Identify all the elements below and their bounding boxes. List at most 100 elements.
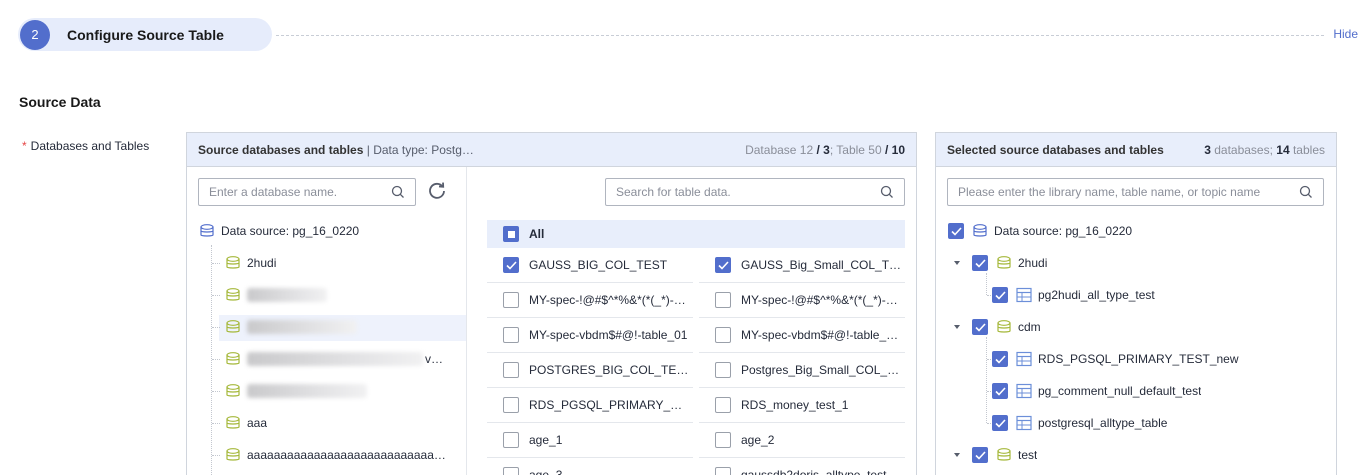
database-item[interactable]: v… [225, 343, 455, 375]
search-icon[interactable] [880, 185, 894, 199]
database-item[interactable]: aaa [225, 407, 455, 439]
selected-db-node[interactable]: cdm [952, 311, 1041, 343]
table-search-input[interactable] [616, 185, 880, 199]
field-label: * Databases and Tables [22, 139, 149, 153]
tree-guide-line [211, 245, 212, 475]
source-panel-title: Source databases and tables [198, 142, 364, 157]
table-checkbox[interactable] [992, 383, 1008, 399]
selected-table-count: 14 [1276, 142, 1290, 157]
table-checkbox[interactable] [992, 287, 1008, 303]
database-search-input[interactable] [209, 185, 391, 199]
selected-search[interactable] [947, 178, 1324, 206]
table-checkbox[interactable] [992, 351, 1008, 367]
table-checkbox[interactable] [715, 467, 731, 475]
table-item[interactable]: Postgres_Big_Small_COL_… [699, 353, 905, 388]
db-label: test [1018, 448, 1038, 462]
field-label-text: Databases and Tables [30, 139, 150, 153]
table-label: Postgres_Big_Small_COL_… [741, 363, 900, 377]
redacted-label [247, 384, 367, 398]
table-item[interactable]: RDS_PGSQL_PRIMARY_… [487, 388, 693, 423]
selected-table-node[interactable]: postgresql_alltype_table [992, 407, 1167, 439]
database-label: aaaaaaaaaaaaaaaaaaaaaaaaaaaa… [247, 448, 446, 462]
db-checkbox[interactable] [972, 255, 988, 271]
caret-down-icon[interactable] [952, 258, 962, 268]
table-label: POSTGRES_BIG_COL_TE… [529, 363, 689, 377]
table-item[interactable]: gaussdb2doris_alltype_test [699, 458, 905, 475]
caret-down-icon[interactable] [952, 450, 962, 460]
table-checkbox[interactable] [715, 292, 731, 308]
source-panel: Source databases and tables | Data type:… [186, 132, 917, 475]
table-item[interactable]: RDS_money_test_1 [699, 388, 905, 423]
table-checkbox[interactable] [503, 257, 519, 273]
table-label: age_2 [741, 433, 775, 447]
table-checkbox[interactable] [715, 327, 731, 343]
table-label: RDS_PGSQL_PRIMARY_… [529, 398, 683, 412]
selected-db-node[interactable]: 2hudi [952, 247, 1047, 279]
database-item[interactable] [225, 375, 455, 407]
database-icon [226, 416, 240, 429]
table-checkbox[interactable] [715, 432, 731, 448]
caret-down-icon[interactable] [952, 322, 962, 332]
table-checkbox[interactable] [992, 415, 1008, 431]
refresh-icon[interactable] [427, 180, 447, 200]
selected-datasource-node[interactable]: Data source: pg_16_0220 [948, 215, 1132, 247]
datasource-checkbox[interactable] [948, 223, 964, 239]
database-item[interactable] [225, 279, 455, 311]
table-item[interactable]: POSTGRES_BIG_COL_TE… [487, 353, 693, 388]
table-checkbox[interactable] [715, 397, 731, 413]
table-label: age_1 [529, 433, 563, 447]
table-item[interactable]: MY-spec-!@#$^*%&*(*(_*)-… [487, 283, 693, 318]
table-label: gaussdb2doris_alltype_test [741, 468, 887, 475]
table-label: pg_comment_null_default_test [1038, 384, 1202, 398]
selected-db-node[interactable]: test [952, 439, 1037, 471]
select-all-checkbox[interactable] [503, 226, 519, 242]
datasource-node[interactable]: Data source: pg_16_0220 [199, 215, 359, 247]
table-label: MY-spec-vbdm$#@!-table_… [741, 328, 899, 342]
table-checkbox[interactable] [503, 467, 519, 475]
table-count-selected: / 10 [884, 142, 905, 157]
table-icon [1016, 351, 1032, 367]
table-item[interactable]: GAUSS_BIG_COL_TEST [487, 248, 693, 283]
table-checkbox[interactable] [503, 292, 519, 308]
table-checkbox[interactable] [715, 362, 731, 378]
selected-table-node[interactable]: pg_comment_null_default_test [992, 375, 1201, 407]
table-item[interactable]: MY-spec-vbdm$#@!-table_01 [487, 318, 693, 353]
table-item[interactable]: age_3 [487, 458, 693, 475]
required-mark: * [22, 139, 27, 153]
selected-search-input[interactable] [958, 185, 1299, 199]
table-item[interactable]: MY-spec-vbdm$#@!-table_… [699, 318, 905, 353]
step-number: 2 [20, 19, 50, 50]
table-checkbox[interactable] [503, 362, 519, 378]
table-search[interactable] [605, 178, 905, 206]
table-icon [1016, 383, 1032, 399]
database-item[interactable] [225, 311, 455, 343]
table-label: GAUSS_BIG_COL_TEST [529, 258, 668, 272]
selected-table-node[interactable]: RDS_PGSQL_PRIMARY_TEST_new [992, 343, 1239, 375]
source-panel-count: Database 12 / 3; Table 50 / 10 [745, 143, 905, 157]
search-icon[interactable] [391, 185, 405, 199]
db-count-selected: / 3 [816, 142, 830, 157]
database-icon [997, 256, 1011, 269]
table-checkbox[interactable] [503, 397, 519, 413]
database-item[interactable]: 2hudi [225, 247, 455, 279]
table-checkbox[interactable] [503, 327, 519, 343]
source-panel-header: Source databases and tables | Data type:… [187, 133, 916, 167]
table-item[interactable]: age_1 [487, 423, 693, 458]
table-checkbox[interactable] [503, 432, 519, 448]
hide-link[interactable]: Hide [1333, 27, 1358, 41]
search-icon[interactable] [1299, 185, 1313, 199]
datasource-icon [973, 224, 987, 237]
database-item[interactable]: aaaaaaaaaaaaaaaaaaaaaaaaaaaa… [225, 439, 455, 471]
db-checkbox[interactable] [972, 319, 988, 335]
select-all-row[interactable]: All [487, 220, 905, 248]
table-item[interactable]: age_2 [699, 423, 905, 458]
table-checkbox[interactable] [715, 257, 731, 273]
db-checkbox[interactable] [972, 447, 988, 463]
table-item[interactable]: GAUSS_Big_Small_COL_T… [699, 248, 905, 283]
table-item[interactable]: MY-spec-!@#$^*%&*(*(_*)-… [699, 283, 905, 318]
database-icon [997, 320, 1011, 333]
database-icon [226, 320, 240, 333]
selected-panel-count: 3 databases; 14 tables [1204, 143, 1325, 157]
selected-table-node[interactable]: pg2hudi_all_type_test [992, 279, 1155, 311]
database-search[interactable] [198, 178, 416, 206]
